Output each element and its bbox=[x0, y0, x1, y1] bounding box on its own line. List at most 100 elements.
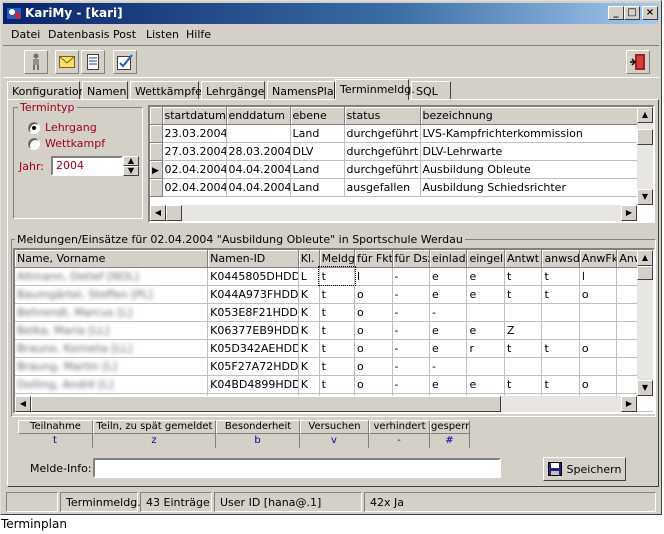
event-cell[interactable]: DLV bbox=[290, 142, 345, 161]
meldung-cell[interactable]: - bbox=[429, 357, 468, 376]
meldung-cell[interactable] bbox=[541, 357, 580, 376]
year-spinner[interactable]: ▲ ▼ bbox=[123, 156, 139, 176]
meldung-cell[interactable]: l bbox=[579, 267, 618, 286]
meldung-cell[interactable]: o bbox=[354, 339, 393, 358]
row-indicator[interactable] bbox=[150, 178, 163, 197]
event-row[interactable]: 02.04.2004 04.04.2004 Land ausgefallen Ausbi… bbox=[150, 178, 640, 197]
meldung-cell[interactable] bbox=[541, 321, 580, 340]
meldung-cell[interactable]: - bbox=[392, 285, 430, 304]
meldung-cell[interactable] bbox=[579, 321, 618, 340]
name-cell[interactable]: Altmann, Detlef [NOL] bbox=[15, 267, 209, 286]
meldung-cell[interactable]: t bbox=[541, 375, 580, 394]
event-cell[interactable]: durchgeführt bbox=[344, 160, 421, 179]
meldung-cell[interactable]: e bbox=[429, 375, 468, 394]
meldung-cell[interactable]: K bbox=[298, 339, 320, 358]
meldungen-col-header[interactable]: für Dsz bbox=[392, 250, 430, 268]
melde-info-input[interactable] bbox=[93, 458, 501, 478]
meldungen-col-header[interactable]: Kl. bbox=[298, 250, 320, 268]
meldung-cell[interactable]: o bbox=[354, 357, 393, 376]
close-button[interactable]: × bbox=[642, 6, 658, 20]
meldung-row[interactable]: Baumgärtel, Steffen [PL] K044A973FHDD Kt o -… bbox=[15, 285, 653, 304]
meldung-row[interactable]: Dolling, André [L] K04BD4899HDD Kt o - e e t t o bbox=[15, 375, 653, 394]
row-indicator[interactable] bbox=[150, 124, 163, 143]
meldung-cell[interactable]: o bbox=[579, 285, 618, 304]
meldung-cell[interactable]: K05D342AEHDD bbox=[207, 339, 299, 358]
scroll-thumb[interactable] bbox=[637, 266, 653, 280]
person-button[interactable] bbox=[24, 50, 48, 74]
tab-terminmeldg[interactable]: Terminmeldg. bbox=[335, 79, 415, 100]
event-cell[interactable]: LVS-Kampfrichterkommission bbox=[420, 124, 640, 143]
menu-datenbasis[interactable]: Datenbasis bbox=[48, 28, 110, 41]
meldung-cell[interactable]: e bbox=[466, 375, 505, 394]
meldung-cell[interactable]: K053E8F21HDD bbox=[207, 303, 299, 322]
meldung-cell[interactable]: K06377EB9HDD bbox=[207, 321, 299, 340]
meldung-cell[interactable]: t bbox=[541, 267, 580, 286]
meldung-cell[interactable]: e bbox=[466, 267, 505, 286]
event-row[interactable]: ▶ 02.04.2004 04.04.2004 Land durchgeführt Aus… bbox=[150, 160, 640, 179]
radio-wettkampf[interactable]: Wettkampf bbox=[28, 137, 105, 150]
scroll-right-icon[interactable]: ▶ bbox=[621, 396, 637, 412]
meldung-cell[interactable]: e bbox=[429, 285, 468, 304]
meldung-cell[interactable]: K04BD4899HDD bbox=[207, 375, 299, 394]
meldung-cell[interactable]: t bbox=[319, 375, 356, 394]
event-cell[interactable]: 02.04.2004 bbox=[162, 178, 227, 197]
tab-konfiguration[interactable]: Konfiguration bbox=[7, 81, 86, 100]
meldung-cell[interactable]: - bbox=[392, 303, 430, 322]
meldung-cell[interactable]: - bbox=[392, 321, 430, 340]
meldung-cell[interactable]: K0445805DHDD bbox=[207, 267, 299, 286]
event-cell[interactable]: 04.04.2004 bbox=[226, 178, 291, 197]
meldung-cell[interactable]: l bbox=[354, 267, 393, 286]
event-cell[interactable]: Ausbildung Obleute bbox=[420, 160, 640, 179]
form-button[interactable] bbox=[113, 50, 137, 74]
event-cell[interactable]: Ausbildung Schiedsrichter bbox=[420, 178, 640, 197]
meldung-row[interactable]: Braung, Martin [L] K05F27A72HDD Kt o - - bbox=[15, 357, 653, 376]
meldung-row[interactable]: Altmann, Detlef [NOL] K0445805DHDD Lt l - e e t… bbox=[15, 266, 653, 286]
meldung-cell[interactable]: e bbox=[429, 267, 468, 286]
meldung-cell[interactable]: o bbox=[354, 321, 393, 340]
meldung-cell[interactable]: t bbox=[319, 339, 356, 358]
menu-post[interactable]: Post bbox=[113, 28, 136, 41]
meldung-cell[interactable]: K bbox=[298, 357, 320, 376]
event-cell[interactable]: durchgeführt bbox=[344, 142, 421, 161]
col-ebene[interactable]: ebene bbox=[290, 107, 345, 125]
meldung-cell[interactable]: o bbox=[579, 375, 618, 394]
scroll-down-icon[interactable]: ▼ bbox=[637, 189, 653, 205]
meldung-cell[interactable]: K044A973FHDD bbox=[207, 285, 299, 304]
meldung-cell[interactable] bbox=[579, 303, 618, 322]
event-cell[interactable]: durchgeführt bbox=[344, 124, 421, 143]
meldung-cell[interactable]: K bbox=[298, 321, 320, 340]
meldung-cell[interactable]: o bbox=[579, 339, 618, 358]
scroll-up-icon[interactable]: ▲ bbox=[637, 250, 653, 266]
meldung-cell[interactable]: t bbox=[504, 339, 543, 358]
meldung-cell[interactable]: o bbox=[354, 375, 393, 394]
row-indicator[interactable]: ▶ bbox=[150, 160, 163, 179]
meldungen-col-header[interactable]: anwsd bbox=[541, 250, 580, 268]
meldung-cell[interactable]: e bbox=[429, 321, 468, 340]
event-cell[interactable]: Land bbox=[290, 160, 345, 179]
event-cell[interactable]: 04.04.2004 bbox=[226, 160, 291, 179]
scroll-left-icon[interactable]: ◀ bbox=[15, 396, 31, 412]
col-startdatum[interactable]: startdatum bbox=[162, 107, 227, 125]
events-hscroll[interactable]: ◀ ▶ bbox=[150, 205, 637, 221]
scroll-right-icon[interactable]: ▶ bbox=[621, 205, 637, 221]
meldung-cell[interactable]: - bbox=[392, 357, 430, 376]
event-cell[interactable] bbox=[226, 124, 291, 143]
minimize-button[interactable]: _ bbox=[608, 6, 624, 20]
name-cell[interactable]: Braung, Martin [L] bbox=[15, 357, 209, 376]
meldung-cell[interactable]: t bbox=[319, 303, 356, 322]
radio-lehrgang[interactable]: Lehrgang bbox=[28, 121, 97, 134]
scroll-up-icon[interactable]: ▲ bbox=[637, 107, 653, 123]
meldung-row[interactable]: Behrendt, Marcus [L] K053E8F21HDD Kt o - - bbox=[15, 303, 653, 322]
menu-listen[interactable]: Listen bbox=[146, 28, 179, 41]
meldung-cell[interactable]: K05F27A72HDD bbox=[207, 357, 299, 376]
meldungen-col-header[interactable]: Name, Vorname bbox=[15, 250, 209, 268]
meldung-cell[interactable]: t bbox=[319, 285, 356, 304]
meldung-cell[interactable] bbox=[541, 303, 580, 322]
meldungen-col-header[interactable]: AnwFkt bbox=[579, 250, 618, 268]
meldung-cell[interactable] bbox=[579, 357, 618, 376]
row-indicator[interactable] bbox=[150, 142, 163, 161]
col-enddatum[interactable]: enddatum bbox=[226, 107, 291, 125]
spin-up-icon[interactable]: ▲ bbox=[123, 156, 139, 166]
scroll-thumb[interactable] bbox=[637, 129, 653, 145]
tab-sql[interactable]: SQL bbox=[411, 81, 451, 100]
